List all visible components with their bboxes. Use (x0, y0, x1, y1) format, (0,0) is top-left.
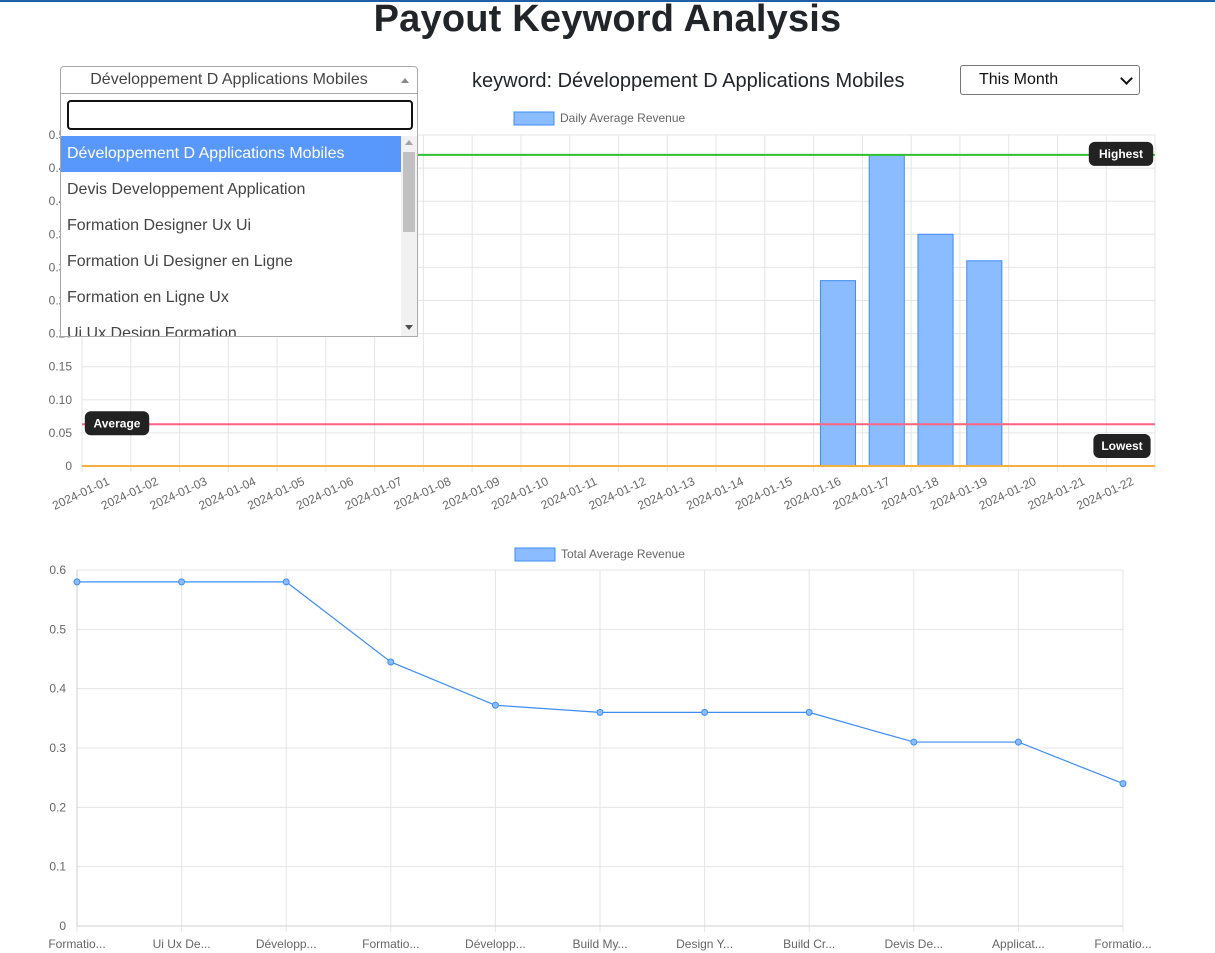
y-tick-label: 0.6 (49, 563, 66, 577)
legend-label: Total Average Revenue (561, 547, 685, 561)
page-title: Payout Keyword Analysis (373, 0, 842, 40)
y-tick-label: 0.1 (49, 860, 66, 874)
x-tick-label: Développ... (465, 937, 526, 951)
data-point (701, 708, 709, 716)
scroll-up-icon[interactable] (405, 140, 413, 145)
y-tick-label: 0.4 (49, 682, 66, 696)
keyword-select[interactable]: Développement D Applications Mobiles (60, 66, 418, 94)
x-tick-label: Formatio... (1094, 937, 1151, 951)
data-point (387, 658, 395, 666)
keyword-select-value: Développement D Applications Mobiles (90, 71, 368, 88)
data-point (805, 708, 813, 716)
y-tick-label: 0.3 (49, 741, 66, 755)
legend-swatch (513, 111, 555, 126)
period-select[interactable]: This Month (960, 65, 1140, 95)
legend-label: Daily Average Revenue (560, 111, 686, 125)
data-point (1014, 738, 1022, 746)
x-tick-label: Ui Ux De... (153, 937, 211, 951)
data-point (178, 578, 186, 586)
y-tick-label: 0.05 (49, 426, 73, 440)
data-point (1119, 780, 1127, 788)
keyword-option[interactable]: Formation en Ligne Ux (61, 280, 403, 316)
keyword-option[interactable]: Ui Ux Design Formation (61, 316, 403, 336)
scrollbar-thumb[interactable] (403, 152, 415, 232)
x-tick-label: Formatio... (48, 937, 105, 951)
data-point (596, 708, 604, 716)
bar (819, 280, 857, 467)
scroll-down-icon[interactable] (405, 325, 413, 330)
y-tick-label: 0.10 (49, 393, 73, 407)
data-point (73, 578, 81, 586)
keyword-label: keyword: Développement D Applications Mo… (472, 70, 905, 92)
bar (868, 154, 905, 467)
annotation-label: Lowest (1101, 439, 1142, 453)
x-tick-label: Build My... (572, 937, 627, 951)
legend-swatch (514, 547, 556, 562)
x-tick-label: Design Y... (676, 937, 733, 951)
y-tick-label: 0 (59, 919, 66, 933)
keyword-option[interactable]: Formation Designer Ux Ui (61, 208, 403, 244)
x-tick-label: Build Cr... (783, 937, 835, 951)
data-point (910, 738, 918, 746)
keyword-option[interactable]: Devis Developpement Application (61, 172, 403, 208)
y-tick-label: 0.15 (49, 360, 73, 374)
keyword-dropdown: Développement D Applications Mobiles Dev… (60, 94, 418, 337)
y-tick-label: 0.5 (49, 622, 66, 636)
dropdown-search-input[interactable] (67, 100, 413, 130)
bar (917, 233, 954, 467)
x-tick-label: Applicat... (992, 937, 1045, 951)
keyword-option[interactable]: Développement D Applications Mobiles (61, 136, 403, 172)
keyword-option[interactable]: Formation Ui Designer en Ligne (61, 244, 403, 280)
annotation-label: Average (94, 416, 141, 430)
period-select-value: This Month (979, 71, 1059, 88)
data-point (282, 578, 290, 586)
caret-up-icon (401, 78, 409, 83)
data-point (491, 701, 499, 709)
keyword-options-list: Développement D Applications Mobiles Dev… (61, 136, 403, 336)
x-tick-label: Développ... (256, 937, 317, 951)
y-tick-label: 0.2 (49, 800, 66, 814)
chevron-down-icon (1120, 72, 1133, 85)
total-average-revenue-chart: Total Average Revenue 0 0.1 0.2 0.3 0.4 0.5 0.6… (48, 547, 1151, 951)
dropdown-scrollbar[interactable] (401, 136, 417, 336)
y-tick-label: 0 (65, 459, 72, 473)
x-tick-label: Devis De... (884, 937, 943, 951)
x-tick-label: Formatio... (362, 937, 419, 951)
bar (966, 260, 1003, 467)
annotation-label: Highest (1099, 147, 1143, 161)
